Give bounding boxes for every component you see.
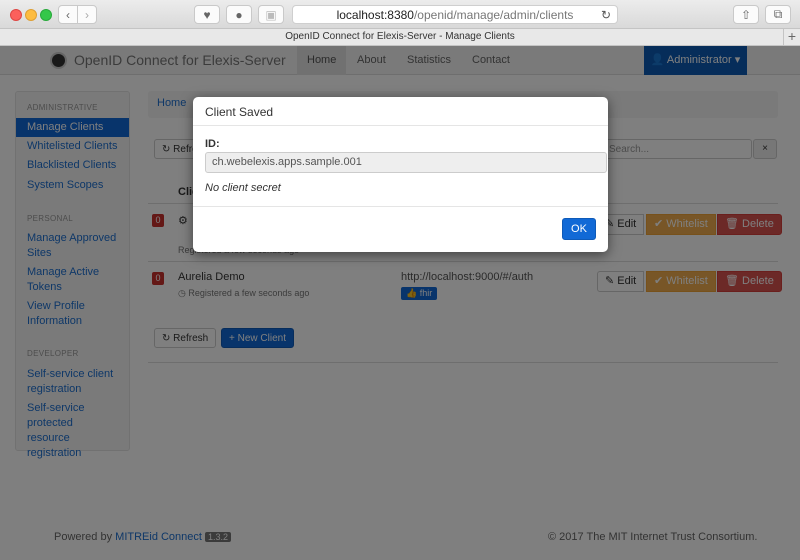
url-host: localhost:8380 [336,7,414,22]
new-tab-button[interactable]: + [783,29,800,45]
dialog-title: Client Saved [205,105,274,119]
address-bar[interactable]: localhost:8380/openid/manage/admin/clien… [292,5,618,24]
client-secret-note: No client secret [205,182,281,194]
close-window-button[interactable] [10,9,22,21]
back-button[interactable]: ‹ [58,5,78,24]
password-extension-button[interactable]: ▣ [258,5,284,24]
client-id-label: ID: [205,138,220,150]
extension-button[interactable]: ● [226,5,252,24]
forward-button[interactable]: › [77,5,97,24]
share-icon: ⇧ [740,7,752,22]
show-tabs-button[interactable]: ⧉ [765,5,791,24]
dialog-body: ID: ch.webelexis.apps.sample.001 No clie… [193,126,608,207]
extension-icon: ● [235,7,243,22]
client-saved-dialog: Client Saved ID: ch.webelexis.apps.sampl… [193,97,608,252]
key-icon: ▣ [265,7,277,22]
zoom-window-button[interactable] [40,9,52,21]
client-id-field[interactable]: ch.webelexis.apps.sample.001 [205,152,607,173]
chevron-right-icon: › [85,7,89,22]
dialog-header: Client Saved [193,97,608,126]
chevron-left-icon: ‹ [66,7,70,22]
browser-titlebar: ‹ › ▭ ♥ ● ▣ localhost:8380/openid/manage… [0,0,800,405]
tab-bar: OpenID Connect for Elexis-Server - Manag… [0,29,800,46]
tab-title[interactable]: OpenID Connect for Elexis-Server - Manag… [285,31,515,42]
pocket-extension-button[interactable]: ♥ [194,5,220,24]
tabs-icon: ⧉ [773,7,783,21]
reload-icon[interactable]: ↻ [601,8,611,22]
share-button[interactable]: ⇧ [733,5,759,24]
ok-button[interactable]: OK [562,218,596,240]
url-path: /openid/manage/admin/clients [413,7,574,22]
minimize-window-button[interactable] [25,9,37,21]
pocket-icon: ♥ [203,7,211,22]
